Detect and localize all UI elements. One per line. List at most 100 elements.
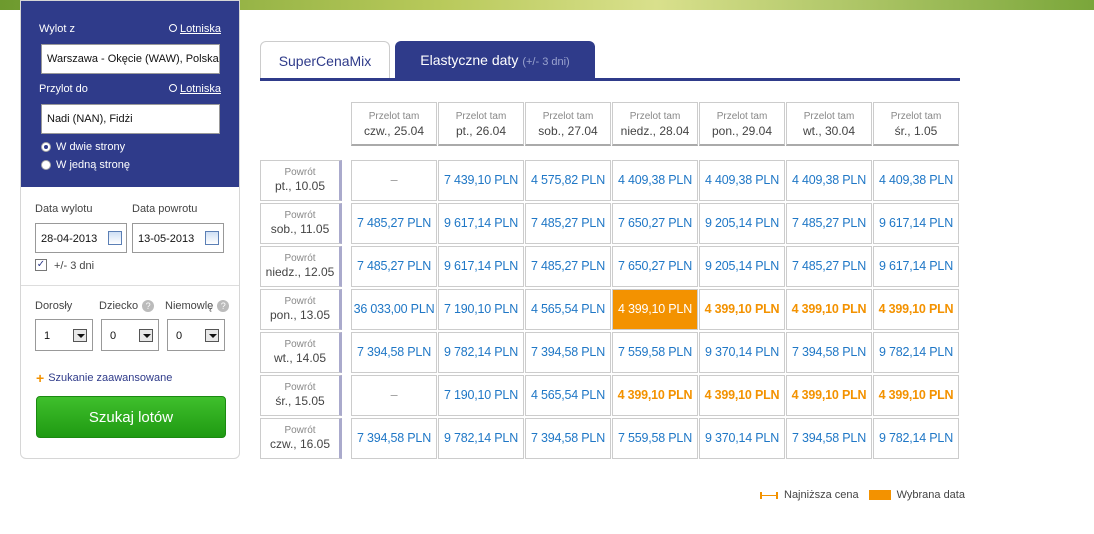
divider [21,285,239,286]
price-cell[interactable]: 4 399,10 PLN [786,289,872,330]
price-cell[interactable]: 7 485,27 PLN [351,246,437,287]
to-airports-link[interactable]: Lotniska [169,83,221,95]
tab-flexible-dates-label: Elastyczne daty [420,52,519,68]
column-header-date: pt., 26.04 [455,124,507,138]
price-cell[interactable]: 7 485,27 PLN [786,246,872,287]
advanced-search-link[interactable]: + Szukanie zaawansowane [36,370,172,386]
price-cell[interactable]: 7 650,27 PLN [612,203,698,244]
price-cell-selected[interactable]: 4 399,10 PLN [612,289,698,330]
column-header-date: śr., 1.05 [894,124,938,138]
return-date-input[interactable]: 13-05-2013 [132,223,224,253]
price-cell[interactable]: 4 399,10 PLN [699,289,785,330]
row-header-date: czw., 16.05 [269,437,331,451]
price-cell[interactable]: 7 559,58 PLN [612,418,698,459]
price-cell[interactable]: 9 617,14 PLN [873,246,959,287]
price-cell[interactable]: 7 394,58 PLN [786,418,872,459]
row-header-date: niedz., 12.05 [265,265,335,279]
price-cell[interactable]: 4 399,10 PLN [612,375,698,416]
price-cell[interactable]: 7 485,27 PLN [351,203,437,244]
row-header-return-date: Powrót sob., 11.05 [260,203,342,244]
price-cell[interactable]: 4 565,54 PLN [525,375,611,416]
price-cell[interactable]: 9 205,14 PLN [699,246,785,287]
column-header-outbound-date: Przelot tam wt., 30.04 [786,102,872,146]
magnifier-icon [169,24,177,32]
price-cell[interactable]: 9 370,14 PLN [699,418,785,459]
price-cell[interactable]: 4 399,10 PLN [873,289,959,330]
price-cell: – [351,375,437,416]
column-header-label: Przelot tam [803,111,855,122]
price-cell[interactable]: 9 782,14 PLN [438,418,524,459]
price-cell[interactable]: 7 439,10 PLN [438,160,524,201]
price-cell[interactable]: 4 399,10 PLN [786,375,872,416]
search-flights-button[interactable]: Szukaj lotów [36,396,226,438]
price-cell[interactable]: 4 409,38 PLN [612,160,698,201]
column-header-outbound-date: Przelot tam czw., 25.04 [351,102,437,146]
to-field[interactable]: Nadi (NAN), Fidżi [41,104,220,134]
roundtrip-radio[interactable]: W dwie strony [41,141,125,153]
price-cell[interactable]: 7 559,58 PLN [612,332,698,373]
price-cell[interactable]: 9 782,14 PLN [438,332,524,373]
price-cell[interactable]: 4 565,54 PLN [525,289,611,330]
row-header-label: Powrót [284,339,316,350]
price-cell[interactable]: 4 575,82 PLN [525,160,611,201]
price-cell[interactable]: 7 394,58 PLN [351,332,437,373]
from-airports-link[interactable]: Lotniska [169,23,221,35]
calendar-icon[interactable] [205,231,219,245]
price-cell[interactable]: 9 617,14 PLN [438,246,524,287]
price-cell[interactable]: 9 617,14 PLN [873,203,959,244]
price-cell[interactable]: 7 394,58 PLN [351,418,437,459]
price-cell[interactable]: 7 485,27 PLN [525,246,611,287]
price-cell[interactable]: 9 205,14 PLN [699,203,785,244]
row-header-label: Powrót [284,167,316,178]
price-cell[interactable]: 4 409,38 PLN [873,160,959,201]
advanced-search-label: Szukanie zaawansowane [48,372,173,384]
price-cell[interactable]: 9 782,14 PLN [873,332,959,373]
adults-select[interactable]: 1 [35,319,93,351]
flex-dates-label: +/- 3 dni [54,260,95,272]
adults-label: Dorosły [35,300,72,312]
price-cell[interactable]: 7 190,10 PLN [438,375,524,416]
price-cell[interactable]: 7 394,58 PLN [525,418,611,459]
row-header-return-date: Powrót pt., 10.05 [260,160,342,201]
price-cell[interactable]: 7 190,10 PLN [438,289,524,330]
infant-select[interactable]: 0 [167,319,225,351]
price-cell[interactable]: 9 782,14 PLN [873,418,959,459]
price-cell[interactable]: 9 370,14 PLN [699,332,785,373]
lowest-price-swatch [760,491,778,499]
price-cell[interactable]: 9 617,14 PLN [438,203,524,244]
flex-dates-checkbox[interactable]: ✓ [35,259,47,271]
child-label: Dziecko? [99,300,155,313]
price-cell[interactable]: 7 394,58 PLN [786,332,872,373]
column-header-outbound-date: Przelot tam pt., 26.04 [438,102,524,146]
row-header-return-date: Powrót pon., 13.05 [260,289,342,330]
column-header-label: Przelot tam [455,111,507,122]
help-icon[interactable]: ? [217,300,230,313]
legend-lowest-label: Najniższa cena [784,489,859,501]
calendar-icon[interactable] [108,231,122,245]
price-cell[interactable]: 7 485,27 PLN [786,203,872,244]
child-select[interactable]: 0 [101,319,159,351]
tab-underline [260,78,960,81]
price-cell[interactable]: 4 399,10 PLN [699,375,785,416]
column-header-date: sob., 27.04 [538,124,598,138]
magnifier-icon [169,84,177,92]
infant-label: Niemowlę? [165,300,230,313]
price-cell[interactable]: 4 399,10 PLN [873,375,959,416]
from-field[interactable]: Warszawa - Okęcie (WAW), Polska [41,44,220,74]
price-cell[interactable]: 36 033,00 PLN [351,289,437,330]
row-header-return-date: Powrót czw., 16.05 [260,418,342,459]
to-airports-link-label: Lotniska [180,83,221,95]
column-header-label: Przelot tam [716,111,768,122]
price-cell[interactable]: 4 409,38 PLN [786,160,872,201]
price-cell[interactable]: 7 485,27 PLN [525,203,611,244]
price-cell[interactable]: 7 394,58 PLN [525,332,611,373]
depart-date-input[interactable]: 28-04-2013 [35,223,127,253]
tab-supercenamix[interactable]: SuperCenaMix [260,41,390,81]
help-icon[interactable]: ? [142,300,155,313]
oneway-radio[interactable]: W jedną stronę [41,159,130,171]
tab-flexible-dates[interactable]: Elastyczne daty (+/- 3 dni) [395,41,595,81]
price-cell[interactable]: 7 650,27 PLN [612,246,698,287]
selected-date-swatch [868,490,891,500]
price-cell[interactable]: 4 409,38 PLN [699,160,785,201]
from-label: Wylot z [39,23,75,35]
